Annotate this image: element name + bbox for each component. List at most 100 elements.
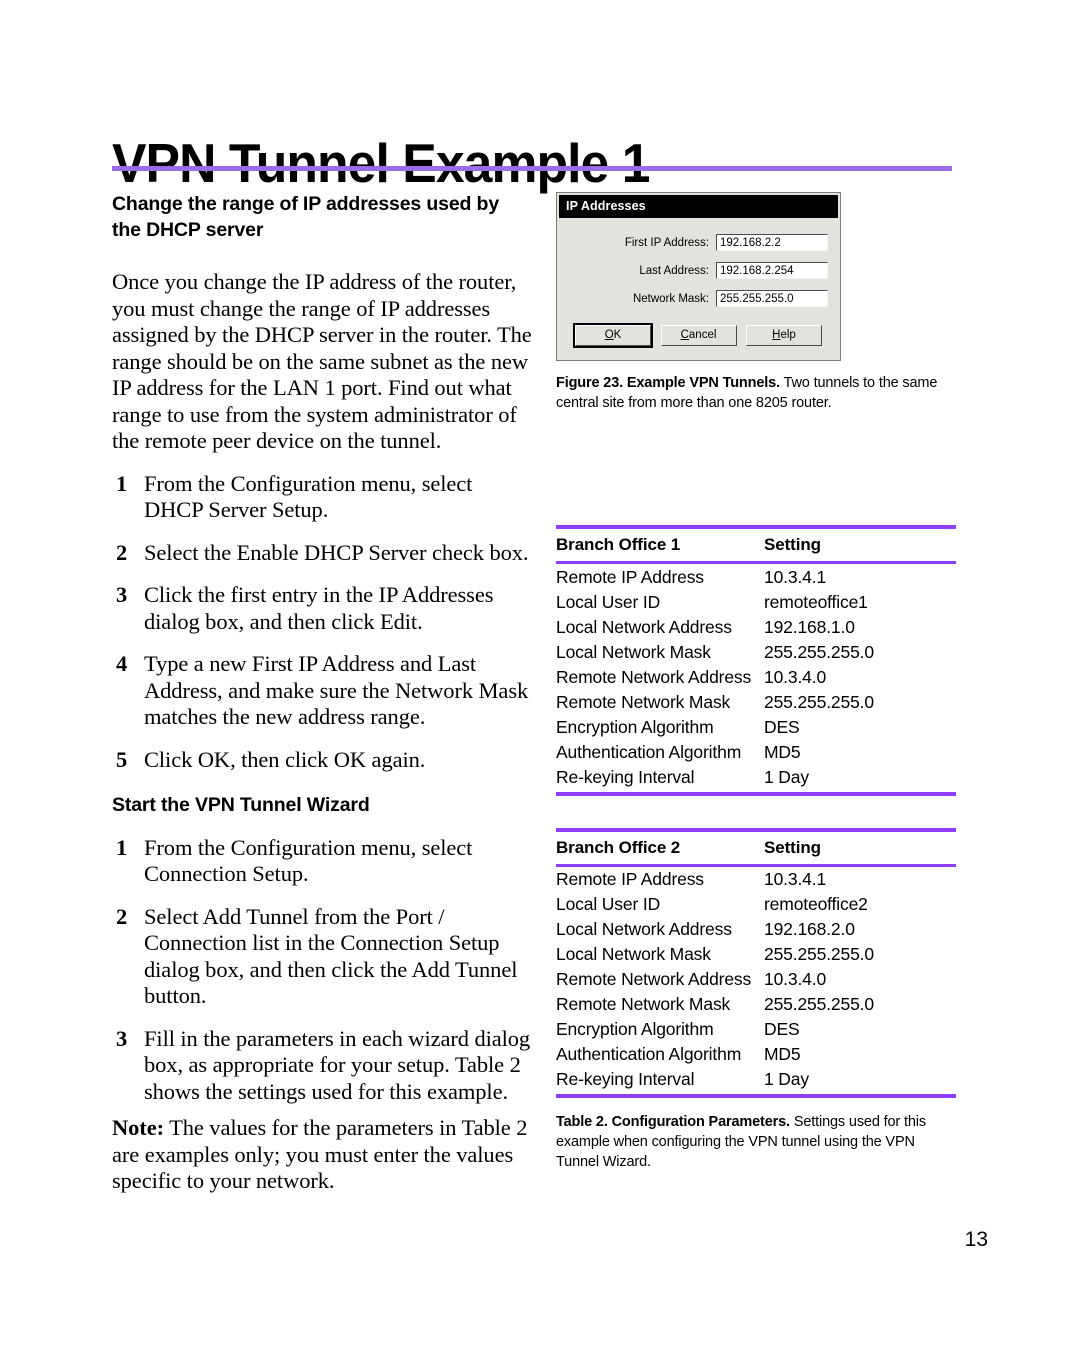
table-1-header-param: Branch Office 1 xyxy=(556,525,764,564)
table-header-row: Branch Office 1 Setting xyxy=(556,525,956,564)
list-item-number: 3 xyxy=(116,582,128,607)
table-row: Local User ID remoteoffice1 xyxy=(556,589,956,614)
dialog-button-row: OK Cancel Help xyxy=(573,323,822,348)
table-cell-value: 255.255.255.0 xyxy=(764,691,874,712)
intro-paragraph: Once you change the IP address of the ro… xyxy=(112,269,532,453)
list-item-number: 2 xyxy=(116,903,128,929)
figure-caption-lead: Figure 23. Example VPN Tunnels. xyxy=(556,375,780,391)
table-cell-parameter: Remote IP Address xyxy=(556,869,704,889)
cancel-button-label: ancel xyxy=(688,329,717,341)
table-cell-parameter: Local User ID xyxy=(556,591,661,612)
table-cell-parameter: Encryption Algorithm xyxy=(556,1019,714,1039)
table-header-row: Branch Office 2 Setting xyxy=(556,827,956,867)
table-cell-value: remoteoffice2 xyxy=(764,894,868,914)
list-item: 5 Click OK, then click OK again. xyxy=(112,747,532,774)
table-cell-parameter: Re-keying Interval xyxy=(556,766,695,787)
table-row: Remote Network Mask 255.255.255.0 xyxy=(556,689,956,714)
list-item-number: 1 xyxy=(116,834,128,860)
heading-start-vpn-wizard: Start the VPN Tunnel Wizard xyxy=(112,794,370,816)
table-cell-parameter: Remote Network Address xyxy=(556,969,752,989)
table-cell-value: 192.168.2.0 xyxy=(764,919,855,939)
steps-list-wizard: 1 From the Configuration menu, select Con… xyxy=(112,835,532,1106)
table-cell-value: 1 Day xyxy=(764,1069,809,1089)
title-divider-rule xyxy=(112,166,952,171)
table-row: Remote IP Address 10.3.4.1 xyxy=(556,563,956,590)
cancel-button-mnemonic: C xyxy=(680,329,689,341)
document-page: VPN Tunnel Example 1 Change the range of… xyxy=(0,0,1080,1354)
table-row: Local Network Mask 255.255.255.0 xyxy=(556,942,956,967)
table-row: Encryption Algorithm DES xyxy=(556,714,956,739)
table-cell-value: 10.3.4.1 xyxy=(764,566,827,587)
last-address-input[interactable]: 192.168.2.254 xyxy=(716,262,828,279)
list-item: 1 From the Configuration menu, select Con… xyxy=(112,835,532,888)
help-button[interactable]: Help xyxy=(746,325,822,346)
table-row: Re-keying Interval 1 Day xyxy=(556,764,956,792)
list-item-number: 3 xyxy=(116,1025,128,1051)
table-row: Authentication Algorithm MD5 xyxy=(556,1042,956,1067)
ip-addresses-dialog: IP Addresses First IP Address: 192.168.2… xyxy=(556,192,841,361)
table-cell-parameter: Local Network Address xyxy=(556,919,732,939)
table-row: Encryption Algorithm DES xyxy=(556,1017,956,1042)
table-cell-value: remoteoffice1 xyxy=(764,591,868,612)
last-address-label: Last Address: xyxy=(639,264,709,277)
table-row: Re-keying Interval 1 Day xyxy=(556,1067,956,1095)
page-title: VPN Tunnel Example 1 xyxy=(112,131,651,194)
note-text: The values for the parameters in Table 2… xyxy=(112,1115,528,1193)
list-item-text: From the Configuration menu, select Conn… xyxy=(144,834,473,887)
page-number: 13 xyxy=(964,1228,988,1251)
table-row: Remote Network Mask 255.255.255.0 xyxy=(556,992,956,1017)
table-cell-value: 10.3.4.1 xyxy=(764,869,827,889)
table-cell-value: 1 Day xyxy=(764,766,809,787)
table-caption: Table 2. Configuration Parameters. Setti… xyxy=(556,1112,956,1172)
table-cell-parameter: Remote Network Mask xyxy=(556,994,731,1014)
table-row: Local Network Address 192.168.1.0 xyxy=(556,614,956,639)
field-row-last-address: Last Address: 192.168.2.254 xyxy=(567,262,828,279)
list-item-number: 4 xyxy=(116,651,128,676)
table-cell-value: 10.3.4.0 xyxy=(764,666,827,687)
field-row-network-mask: Network Mask: 255.255.255.0 xyxy=(567,290,828,307)
first-ip-address-label: First IP Address: xyxy=(624,236,709,249)
dialog-body: First IP Address: 192.168.2.2 Last Addre… xyxy=(557,218,840,360)
table-row: Remote IP Address 10.3.4.1 xyxy=(556,865,956,892)
table-cell-value: 10.3.4.0 xyxy=(764,969,827,989)
ok-button[interactable]: OK xyxy=(573,323,653,348)
table-row: Local Network Mask 255.255.255.0 xyxy=(556,639,956,664)
dialog-titlebar: IP Addresses xyxy=(559,195,838,218)
table-2-header-param: Branch Office 2 xyxy=(556,827,764,867)
note-paragraph: Note: The values for the parameters in T… xyxy=(112,1115,532,1195)
list-item-text: From the Configuration menu, select DHCP… xyxy=(144,470,473,523)
table-cell-value: DES xyxy=(764,716,800,737)
list-item: 2 Select Add Tunnel from the Port / Conne… xyxy=(112,904,532,1010)
table-row: Remote Network Address 10.3.4.0 xyxy=(556,967,956,992)
list-item: 3 Click the first entry in the IP Address… xyxy=(112,582,532,635)
table-1-header-setting: Setting xyxy=(764,525,956,564)
network-mask-input[interactable]: 255.255.255.0 xyxy=(716,290,828,307)
table-cell-parameter: Remote IP Address xyxy=(556,566,704,587)
note-label: Note: xyxy=(112,1115,164,1140)
right-column: IP Addresses First IP Address: 192.168.2… xyxy=(556,192,956,1172)
table-cell-value: 192.168.1.0 xyxy=(764,616,855,637)
branch-office-2-table: Branch Office 2 Setting Remote IP Addres… xyxy=(556,827,956,1095)
table-2-header-setting: Setting xyxy=(764,827,956,867)
list-item: 3 Fill in the parameters in each wizard d… xyxy=(112,1026,532,1106)
cancel-button[interactable]: Cancel xyxy=(660,325,737,346)
first-ip-address-input[interactable]: 192.168.2.2 xyxy=(716,234,828,251)
left-column: Change the range of IP addresses used by… xyxy=(112,192,532,1195)
table-cell-parameter: Local Network Address xyxy=(556,616,732,637)
table-cell-parameter: Remote Network Address xyxy=(556,666,752,687)
list-item-number: 1 xyxy=(116,470,128,496)
list-item: 4 Type a new First IP Address and Last Ad… xyxy=(112,651,532,731)
list-item-number: 5 xyxy=(116,746,128,772)
table-caption-lead: Table 2. Configuration Parameters. xyxy=(556,1114,790,1130)
table-row: Local User ID remoteoffice2 xyxy=(556,892,956,917)
table-cell-value: DES xyxy=(764,1019,800,1039)
table-cell-parameter: Local Network Mask xyxy=(556,641,711,662)
table-cell-value: 255.255.255.0 xyxy=(764,641,874,662)
help-button-label: elp xyxy=(780,329,796,341)
list-item-number: 2 xyxy=(116,539,128,565)
table-row: Local Network Address 192.168.2.0 xyxy=(556,917,956,942)
table-cell-parameter: Local User ID xyxy=(556,894,661,914)
table-cell-value: MD5 xyxy=(764,1044,801,1064)
table-cell-parameter: Encryption Algorithm xyxy=(556,716,714,737)
table-cell-parameter: Local Network Mask xyxy=(556,944,711,964)
